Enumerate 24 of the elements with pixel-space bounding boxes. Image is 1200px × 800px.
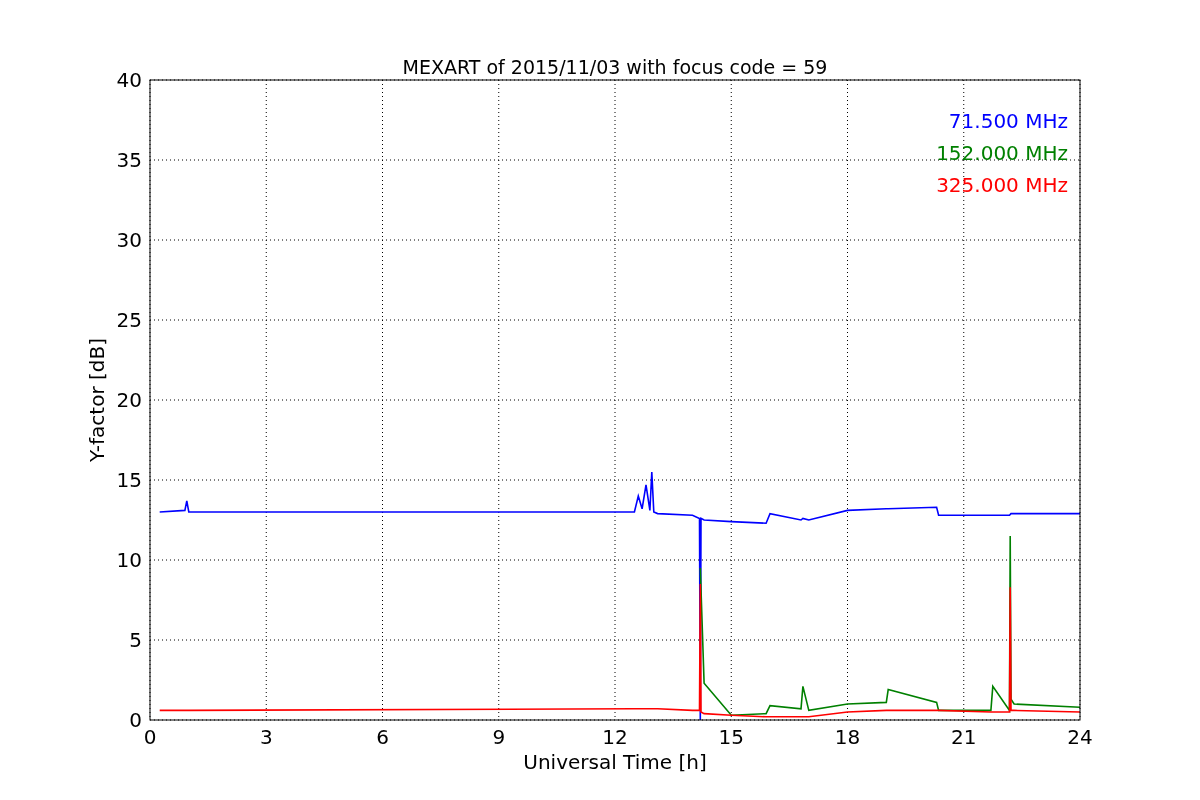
chart-title: MEXART of 2015/11/03 with focus code = 59 — [402, 56, 828, 78]
y-axis-label: Y-factor [dB] — [85, 338, 109, 462]
x-axis-label: Universal Time [h] — [523, 750, 707, 774]
x-tick-label: 24 — [1067, 725, 1093, 749]
y-tick-label: 40 — [116, 68, 142, 92]
x-tick-label: 15 — [718, 725, 744, 749]
x-tick-label: 9 — [492, 725, 506, 749]
y-tick-label: 25 — [116, 308, 142, 332]
x-tick-label: 21 — [951, 725, 977, 749]
y-tick-label: 0 — [129, 708, 142, 732]
legend-label: 71.500 MHz — [948, 109, 1068, 133]
y-tick-label: 10 — [116, 548, 142, 572]
legend-label: 152.000 MHz — [936, 141, 1068, 165]
y-tick-label: 5 — [129, 628, 142, 652]
legend-label: 325.000 MHz — [936, 173, 1068, 197]
x-tick-label: 12 — [602, 725, 628, 749]
x-tick-label: 6 — [376, 725, 389, 749]
y-tick-label: 20 — [116, 388, 142, 412]
y-tick-label: 35 — [116, 148, 142, 172]
x-tick-label: 18 — [834, 725, 861, 749]
x-tick-label: 3 — [259, 725, 273, 749]
y-tick-label: 15 — [116, 468, 142, 492]
y-tick-label: 30 — [116, 228, 142, 252]
x-tick-label: 0 — [143, 725, 157, 749]
